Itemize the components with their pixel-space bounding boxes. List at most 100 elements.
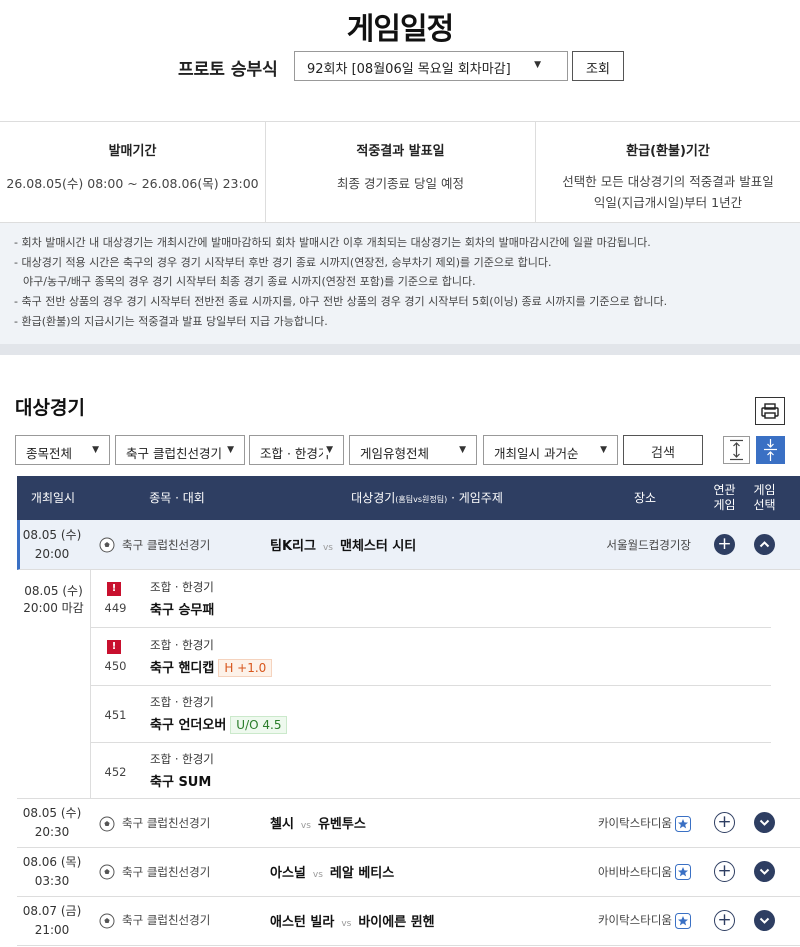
matchup: 애스턴 빌라 vs 바이에른 뮌헨 (270, 915, 435, 930)
caret-down-icon: ▼ (534, 60, 541, 70)
competition-name: 축구 클럽친선경기 (122, 865, 211, 879)
game-type: 조합 · 한경기 (150, 695, 214, 709)
expand-all-button[interactable] (723, 436, 750, 464)
caret-down-icon: ▼ (224, 445, 234, 455)
under-over-badge: U/O 4.5 (230, 716, 288, 734)
home-team: 첼시 (270, 817, 294, 832)
refund-period-title: 환급(환불)기간 (626, 144, 710, 159)
section-title: 대상경기 (15, 397, 85, 419)
star-icon (675, 913, 691, 929)
round-info-panel: 발매기간 26.08.05(수) 08:00 ~ 26.08.06(목) 23:… (0, 121, 800, 223)
away-team: 유벤투스 (317, 817, 366, 832)
header-game-select: 게임 선택 (753, 483, 776, 512)
game-type: 조합 · 한경기 (150, 638, 214, 652)
chevron-down-icon (759, 819, 770, 826)
notice-line: 야구/농구/배구 종목의 경우 경기 시작부터 최종 경기 종료 시까지(연장전… (23, 274, 476, 288)
caret-down-icon: ▼ (456, 445, 466, 455)
sport-filter[interactable]: 종목전체 ▼ (15, 435, 110, 465)
game-category-filter[interactable]: 조합 · 한경기 ▼ (249, 435, 344, 465)
related-games-button[interactable]: + (714, 910, 735, 931)
collapse-all-button[interactable] (756, 436, 785, 464)
star-icon (675, 816, 691, 832)
match-time: 21:00 (34, 923, 70, 937)
match-row[interactable]: 08.07 (금) 21:00 축구 클럽친선경기 애스턴 빌라 vs 바이에른 뮌헨… (17, 897, 800, 946)
sort-filter[interactable]: 개최일시 과거순 ▼ (483, 435, 618, 465)
competition-name: 축구 클럽친선경기 (122, 816, 211, 830)
expanded-games: 08.05 (수) 20:00 마감 ! 449 조합 · 한경기 축구 승무패 … (17, 570, 800, 799)
home-team: 팀K리그 (270, 539, 316, 554)
game-item[interactable]: 451 조합 · 한경기 축구 언더오버 U/O 4.5 (91, 686, 771, 743)
header-matchup: 대상경기(홈팀vs원정팀) · 게임주제 (351, 491, 503, 505)
game-name: 축구 핸디캡 H +1.0 (150, 657, 273, 677)
game-name: 축구 언더오버 U/O 4.5 (150, 714, 288, 734)
header-sport: 종목 · 대회 (149, 491, 205, 505)
game-type: 조합 · 한경기 (150, 580, 214, 594)
match-row[interactable]: 08.05 (수) 20:00 축구 클럽친선경기 팀K리그 vs 맨체스터 시티 서… (17, 520, 800, 570)
caret-down-icon: ▼ (323, 445, 333, 455)
warning-icon: ! (107, 582, 121, 596)
header-date: 개최일시 (30, 491, 76, 505)
notice-line: - 대상경기 적용 시간은 축구의 경우 경기 시작부터 후반 경기 종료 시까… (14, 256, 552, 270)
notice-line: - 축구 전반 상품의 경우 경기 시작부터 전반전 종료 시까지를, 야구 전… (14, 294, 668, 308)
chevron-down-icon (759, 868, 770, 875)
related-games-button[interactable]: + (714, 534, 735, 555)
game-item[interactable]: 452 조합 · 한경기 축구 SUM (91, 743, 771, 799)
star-icon (675, 864, 691, 880)
related-games-button[interactable]: + (714, 812, 735, 833)
expanded-date: 08.05 (수) 20:00 마감 (23, 584, 84, 615)
section-divider (0, 344, 800, 355)
warning-icon: ! (107, 640, 121, 654)
matchup: 첼시 vs 유벤투스 (270, 817, 366, 832)
chevron-down-icon (759, 917, 770, 924)
competition-filter[interactable]: 축구 클럽친선경기 ▼ (115, 435, 245, 465)
match-date: 08.06 (목) (22, 855, 82, 869)
round-select[interactable]: 92회차 [08월06일 목요일 회차마감] ▼ (294, 51, 568, 81)
game-number: 451 (104, 708, 127, 722)
refund-period-value: 선택한 모든 대상경기의 적중결과 발표일 익일(지급개시일)부터 1년간 (562, 174, 774, 210)
competition-name: 축구 클럽친선경기 (122, 913, 211, 927)
away-team: 맨체스터 시티 (339, 539, 417, 554)
expand-row-button[interactable] (754, 910, 775, 931)
match-row[interactable]: 08.06 (목) 03:30 축구 클럽친선경기 아스널 vs 레알 베티스 아비바… (17, 848, 800, 897)
match-row[interactable]: 08.05 (수) 20:30 축구 클럽친선경기 첼시 vs 유벤투스 카이탁스타디… (17, 799, 800, 848)
game-item[interactable]: ! 450 조합 · 한경기 축구 핸디캡 H +1.0 (91, 628, 771, 686)
venue: 카이탁스타디움 (597, 816, 672, 830)
result-date-value: 최종 경기종료 당일 예정 (337, 176, 464, 191)
soccer-ball-icon (99, 864, 115, 880)
home-team: 애스턴 빌라 (270, 915, 335, 930)
collapse-all-icon (764, 439, 777, 461)
notice-box: - 회차 발매시간 내 대상경기는 개최시간에 발매마감하되 회차 발매시간 이… (0, 223, 800, 344)
match-time: 20:00 (34, 547, 70, 561)
collapse-row-button[interactable] (754, 534, 775, 555)
game-name: 축구 SUM (150, 775, 212, 790)
expand-row-button[interactable] (754, 861, 775, 882)
expand-all-icon (730, 439, 743, 461)
game-number: 452 (104, 765, 127, 779)
round-select-value: 92회차 [08월06일 목요일 회차마감] (307, 62, 511, 77)
print-button[interactable] (755, 397, 785, 425)
related-games-button[interactable]: + (714, 861, 735, 882)
soccer-ball-icon (99, 816, 115, 832)
query-button[interactable]: 조회 (572, 51, 624, 81)
game-number: 449 (104, 601, 127, 615)
result-date-title: 적중결과 발표일 (356, 144, 445, 159)
soccer-ball-icon (99, 913, 115, 929)
sale-period-value: 26.08.05(수) 08:00 ~ 26.08.06(목) 23:00 (6, 176, 259, 191)
soccer-ball-icon (99, 537, 115, 553)
table-header: 개최일시 종목 · 대회 대상경기(홈팀vs원정팀) · 게임주제 장소 연관 게… (17, 476, 800, 520)
caret-down-icon: ▼ (597, 445, 607, 455)
notice-line: - 환급(환불)의 지급시기는 적중결과 발표 당일부터 지급 가능합니다. (14, 315, 328, 329)
away-team: 바이에른 뮌헨 (358, 915, 435, 930)
game-name: 축구 승무패 (150, 603, 215, 618)
game-item[interactable]: ! 449 조합 · 한경기 축구 승무패 (91, 570, 771, 628)
search-button[interactable]: 검색 (623, 435, 703, 465)
header-venue: 장소 (633, 491, 657, 505)
game-type-filter[interactable]: 게임유형전체 ▼ (349, 435, 477, 465)
matchup: 팀K리그 vs 맨체스터 시티 (270, 539, 417, 554)
round-selector-label: 프로토 승부식 (178, 60, 278, 80)
refund-period-box: 환급(환불)기간 선택한 모든 대상경기의 적중결과 발표일 익일(지급개시일)부… (536, 122, 800, 222)
result-date-box: 적중결과 발표일 최종 경기종료 당일 예정 (266, 122, 535, 222)
sale-period-title: 발매기간 (108, 144, 157, 159)
match-time: 03:30 (34, 874, 70, 888)
expand-row-button[interactable] (754, 812, 775, 833)
